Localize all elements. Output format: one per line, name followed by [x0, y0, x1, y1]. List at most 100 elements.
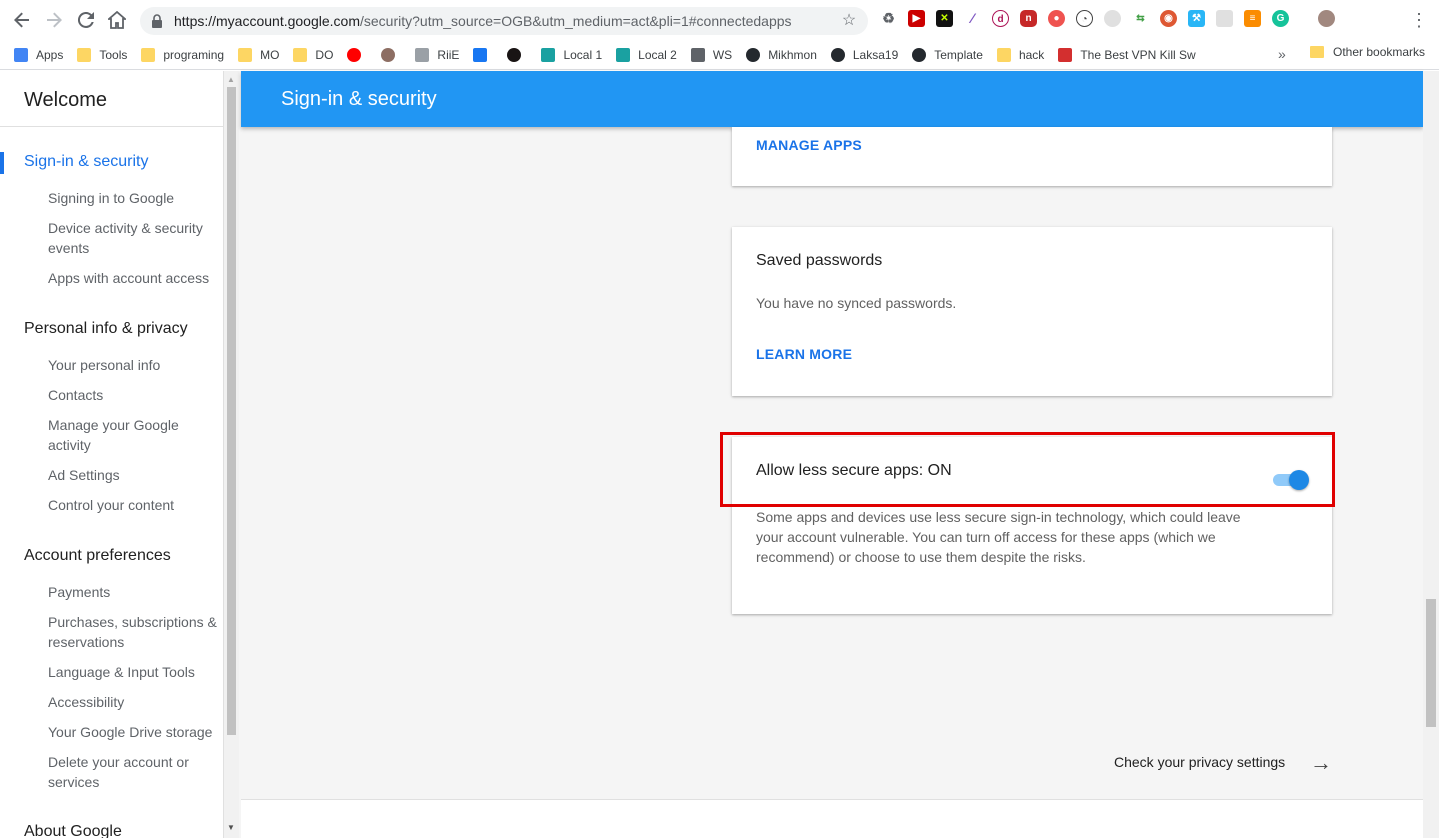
url-path: /security?utm_source=OGB&utm_medium=act&…	[360, 13, 792, 29]
manage-apps-card: MANAGE APPS	[732, 127, 1332, 186]
bookmark-item[interactable]: hack	[996, 47, 1044, 62]
address-bar[interactable]: https://myaccount.google.com/security?ut…	[140, 7, 868, 35]
back-button[interactable]	[6, 4, 38, 36]
sidebar-section-about-google[interactable]: About Google	[24, 823, 122, 838]
duckduckgo-extension-icon[interactable]: ◉	[1160, 10, 1177, 27]
facebook-icon	[473, 47, 488, 62]
manage-apps-link[interactable]: MANAGE APPS	[756, 137, 862, 153]
jar-extension-icon[interactable]	[1216, 10, 1233, 27]
bookmark-star-icon[interactable]: ☆	[840, 12, 858, 30]
sidebar-item-personal-info[interactable]: Your personal info	[48, 355, 218, 375]
grey-extension-icon[interactable]	[1104, 10, 1121, 27]
bookmark-item[interactable]: Apps	[14, 47, 63, 62]
browser-toolbar: https://myaccount.google.com/security?ut…	[0, 0, 1439, 40]
bookmark-label: RiiE	[437, 47, 460, 62]
bookmark-label: Local 1	[563, 47, 603, 62]
bookmark-item[interactable]	[347, 47, 369, 62]
feather-extension-icon[interactable]: ⁄	[964, 10, 981, 27]
sidebar-item-device-activity[interactable]: Device activity & security events	[48, 218, 218, 258]
other-bookmarks[interactable]: Other bookmarks	[1310, 45, 1425, 59]
grammarly-extension-icon[interactable]: G	[1272, 10, 1289, 27]
bookmark-item[interactable]: Tools	[77, 47, 128, 62]
sidebar-item-payments[interactable]: Payments	[48, 582, 218, 602]
youtube-icon	[347, 47, 362, 62]
reload-button[interactable]	[70, 4, 102, 36]
sidebar-item-contacts[interactable]: Contacts	[48, 385, 218, 405]
github-icon	[746, 47, 761, 62]
bookmark-label: The Best VPN Kill Sw	[1080, 47, 1196, 62]
welcome-heading[interactable]: Welcome	[24, 89, 107, 112]
cookie-extension-icon[interactable]: ●	[1048, 10, 1065, 27]
privacy-settings-link[interactable]: Check your privacy settings	[1114, 754, 1285, 770]
sidebar: Welcome Sign-in & security Signing in to…	[0, 71, 224, 838]
saved-passwords-text: You have no synced passwords.	[756, 295, 957, 311]
local-icon	[616, 47, 631, 62]
bookmark-item[interactable]	[473, 47, 495, 62]
video-extension-icon[interactable]: ▶	[908, 10, 925, 27]
sidebar-item-ad-settings[interactable]: Ad Settings	[48, 465, 218, 485]
red-highlight-box	[720, 432, 1335, 507]
badge-extension-icon[interactable]: n	[1020, 10, 1037, 27]
active-indicator	[0, 152, 4, 174]
bookmark-label: Local 2	[638, 47, 677, 62]
sidebar-section-personal-info[interactable]: Personal info & privacy	[24, 320, 188, 338]
bookmark-label: DO	[315, 47, 334, 62]
sidebar-item-google-activity[interactable]: Manage your Google activity	[48, 415, 218, 455]
sidebar-item-signing-in[interactable]: Signing in to Google	[48, 188, 218, 208]
other-bookmarks-label: Other bookmarks	[1333, 45, 1426, 59]
scroll-down-icon[interactable]: ▼	[227, 823, 235, 832]
bookmark-item[interactable]: Laksa19	[830, 47, 898, 62]
profile-avatar-icon[interactable]	[1318, 10, 1335, 27]
main-scroll-thumb[interactable]	[1426, 599, 1436, 727]
sidebar-section-sign-in-security[interactable]: Sign-in & security	[24, 153, 149, 171]
home-button[interactable]	[101, 4, 133, 36]
forward-button[interactable]	[38, 4, 70, 36]
bookmark-item[interactable]: Local 2	[616, 47, 677, 62]
sidebar-scroll-thumb[interactable]	[227, 87, 236, 735]
bookmark-item[interactable]: Template	[912, 47, 983, 62]
bookmark-item[interactable]: DO	[293, 47, 334, 62]
reload-icon	[78, 12, 94, 28]
sidebar-item-accessibility[interactable]: Accessibility	[48, 692, 218, 712]
speed-extension-icon[interactable]: ◔	[1076, 10, 1093, 27]
apps-grid-icon	[14, 47, 28, 62]
bookmark-item[interactable]	[507, 47, 529, 62]
sidebar-item-purchases[interactable]: Purchases, subscriptions & reservations	[48, 612, 218, 652]
tools-extension-icon[interactable]: ⚒	[1188, 10, 1205, 27]
bookmark-item[interactable]: RiiE	[415, 47, 460, 62]
bookmark-item[interactable]: Local 1	[541, 47, 603, 62]
bookmark-item[interactable]: WS	[690, 47, 733, 62]
bookmark-label: MO	[260, 47, 280, 62]
page-title: Sign-in & security	[281, 88, 437, 110]
sidebar-section-account-preferences[interactable]: Account preferences	[24, 547, 171, 565]
sidebar-item-control-content[interactable]: Control your content	[48, 495, 218, 515]
bookmark-label: WS	[712, 47, 733, 62]
sidebar-divider	[0, 126, 223, 127]
bookmark-item[interactable]: Mikhmon	[746, 47, 817, 62]
bookmark-item[interactable]	[381, 47, 403, 62]
bookmark-item[interactable]: programing	[141, 47, 224, 62]
sidebar-item-language[interactable]: Language & Input Tools	[48, 662, 218, 682]
sidebar-scrollbar[interactable]: ▲ ▼	[224, 71, 239, 838]
bookmark-item[interactable]: MO	[238, 47, 280, 62]
arrow-right-icon[interactable]: →	[1310, 750, 1332, 776]
more-bookmarks-chevron[interactable]: »	[1278, 46, 1286, 62]
browser-menu-icon[interactable]: ⋮	[1410, 10, 1428, 30]
close-x-extension-icon[interactable]: ✕	[936, 10, 953, 27]
footer-strip	[241, 799, 1423, 838]
stack-extension-icon[interactable]: ≡	[1244, 10, 1261, 27]
main-content: Sign-in & security MANAGE APPS Saved pas…	[241, 71, 1423, 838]
sync-extension-icon[interactable]: ⇆	[1132, 10, 1149, 27]
sidebar-item-delete-account[interactable]: Delete your account or services	[48, 752, 218, 792]
scroll-up-icon[interactable]: ▲	[227, 75, 235, 84]
sidebar-item-apps-access[interactable]: Apps with account access	[48, 268, 218, 288]
d-extension-icon[interactable]: d	[992, 10, 1009, 27]
learn-more-link[interactable]: LEARN MORE	[756, 346, 852, 362]
bookmark-label: Tools	[99, 47, 128, 62]
back-arrow-icon	[14, 12, 29, 28]
main-scrollbar[interactable]	[1423, 71, 1439, 838]
lock-icon	[152, 14, 162, 28]
recycle-extension-icon[interactable]: ♻	[880, 10, 897, 27]
bookmark-item[interactable]: The Best VPN Kill Sw	[1058, 47, 1196, 62]
sidebar-item-drive-storage[interactable]: Your Google Drive storage	[48, 722, 218, 742]
